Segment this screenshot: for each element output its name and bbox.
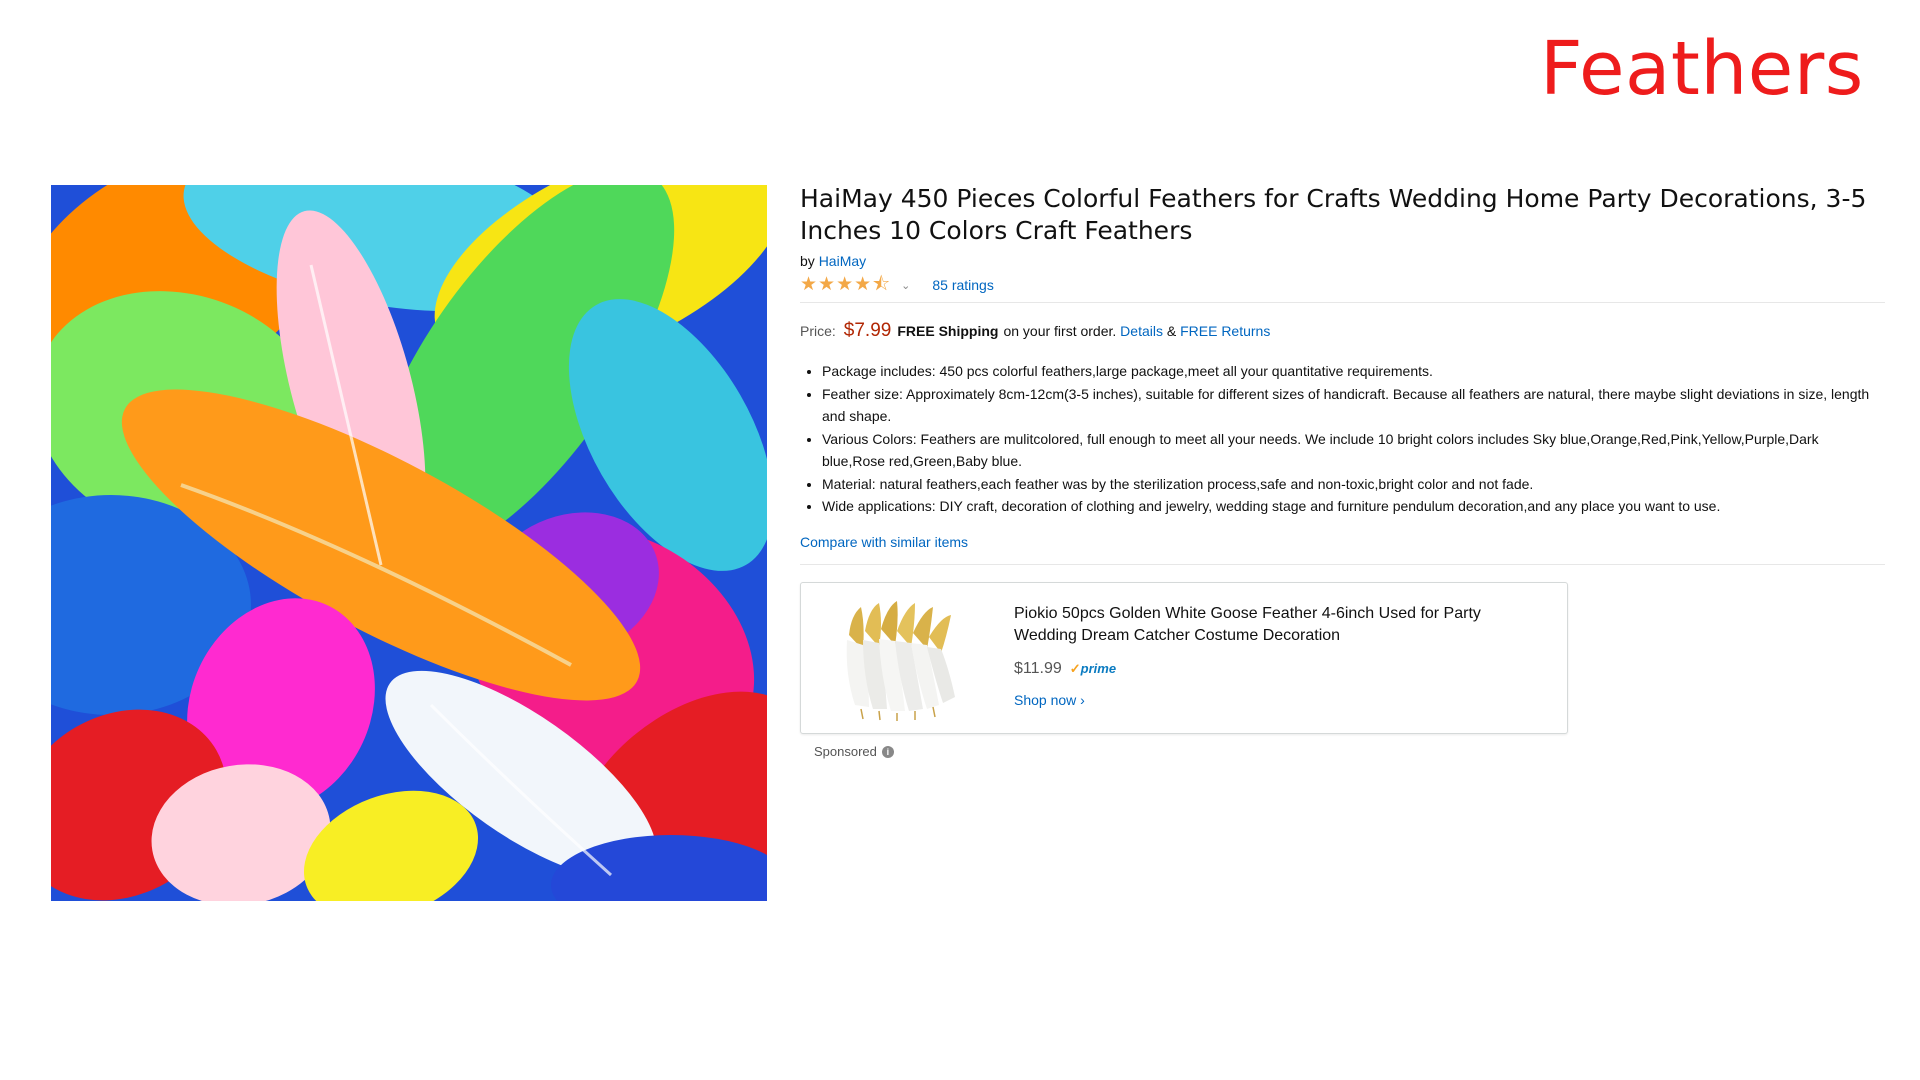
product-image[interactable] [51, 185, 767, 901]
first-order-text: on your first order. [1003, 323, 1117, 339]
page: Feathers HaiMay 450 Pieces Colorful Feat… [0, 0, 1920, 1080]
colorful-feathers-image [51, 185, 767, 901]
slide-title: Feathers [1540, 26, 1864, 112]
feature-bullet: Various Colors: Feathers are mulitcolore… [822, 428, 1885, 473]
price-row: Price: $7.99 FREE Shipping on your first… [800, 320, 1885, 342]
ad-price: $11.99 [1014, 660, 1062, 677]
free-returns-link[interactable]: FREE Returns [1180, 323, 1270, 339]
rating-row: ★★★★⯪ ⌄ 85 ratings [800, 275, 1885, 295]
compare-link[interactable]: Compare with similar items [800, 534, 968, 550]
brand-link[interactable]: HaiMay [819, 253, 866, 269]
product-title: HaiMay 450 Pieces Colorful Feathers for … [800, 184, 1867, 245]
star-rating-icon[interactable]: ★★★★⯪ [800, 275, 891, 295]
sponsored-ad-card[interactable]: Piokio 50pcs Golden White Goose Feather … [800, 582, 1568, 734]
price-value: $7.99 [843, 320, 892, 341]
ad-text: Piokio 50pcs Golden White Goose Feather … [1014, 603, 1534, 710]
ampersand: & [1166, 323, 1177, 339]
feature-bullet: Feather size: Approximately 8cm-12cm(3-5… [822, 383, 1885, 428]
sponsored-label: Sponsored i [814, 744, 894, 759]
prime-label: prime [1080, 661, 1117, 676]
ad-title-link[interactable]: Piokio 50pcs Golden White Goose Feather … [1014, 603, 1534, 647]
feature-bullet: Wide applications: DIY craft, decoration… [822, 495, 1885, 518]
prime-badge: ✓prime [1070, 661, 1116, 677]
product-details: HaiMay 450 Pieces Colorful Feathers for … [800, 183, 1885, 565]
shop-now-link[interactable]: Shop now › [1014, 692, 1085, 708]
divider [800, 563, 1885, 565]
prime-check-icon: ✓ [1069, 661, 1081, 676]
divider [800, 302, 1885, 303]
details-link[interactable]: Details [1120, 323, 1163, 339]
ratings-link[interactable]: 85 ratings [932, 277, 993, 293]
byline: by HaiMay [800, 253, 1885, 269]
ad-price-row: $11.99 ✓prime [1014, 660, 1534, 678]
sponsored-text: Sponsored [814, 744, 877, 759]
feature-bullets: Package includes: 450 pcs colorful feath… [800, 360, 1885, 518]
golden-white-feathers-image[interactable] [839, 595, 965, 721]
chevron-down-icon[interactable]: ⌄ [901, 279, 910, 292]
by-prefix: by [800, 253, 815, 269]
price-label: Price: [800, 323, 836, 339]
info-icon[interactable]: i [881, 745, 894, 758]
feature-bullet: Material: natural feathers,each feather … [822, 473, 1885, 496]
feature-bullet: Package includes: 450 pcs colorful feath… [822, 360, 1885, 383]
free-shipping-text: FREE Shipping [897, 323, 999, 339]
